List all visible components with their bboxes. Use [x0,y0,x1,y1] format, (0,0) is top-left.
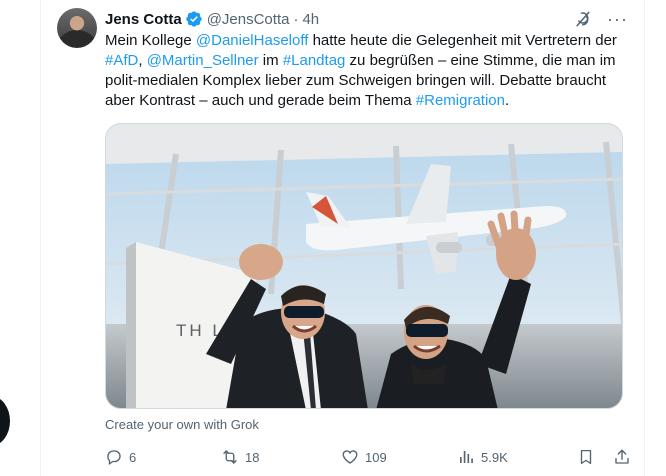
like-button[interactable]: 109 [341,448,387,466]
like-count: 109 [365,449,387,465]
mention-link[interactable]: @DanielHaseloff [196,32,309,49]
bookmark-icon [580,449,592,465]
like-icon [342,450,358,464]
author-handle[interactable]: @JensCotta [207,11,290,28]
text-segment: im [258,52,283,69]
repost-icon [223,450,237,464]
image-illustration: TH LAN [106,124,622,408]
hashtag-link[interactable]: #Remigration [416,92,505,109]
views-count: 5.9K [481,449,508,465]
avatar[interactable] [57,8,97,48]
repost-count: 18 [245,449,260,465]
more-icon[interactable]: ··· [607,10,628,28]
text-segment: . [504,92,510,109]
verified-badge-icon[interactable] [185,10,203,28]
grok-create-link[interactable]: Create your own with Grok [105,417,259,432]
hashtag-link[interactable]: #AfD [105,52,138,69]
column-divider-right [644,0,645,476]
reply-count: 6 [129,449,137,465]
mention-link[interactable]: @Martin_Sellner [147,52,259,69]
post-image[interactable]: TH LAN [105,123,623,409]
share-icon [615,449,629,464]
views-button[interactable]: 5.9K [457,448,508,466]
separator-dot: · [293,10,299,28]
post-text: Mein Kollege @DanielHaseloff hatte heute… [105,31,625,111]
post-time[interactable]: 4h [302,11,319,28]
grok-icon[interactable] [573,9,593,29]
views-icon [460,451,473,463]
floating-button-edge[interactable] [0,396,10,446]
text-segment: hatte heute die Gelegenheit mit Vertrete… [308,32,617,49]
reply-button[interactable]: 6 [105,448,136,466]
author-name[interactable]: Jens Cotta [105,11,182,28]
hashtag-link[interactable]: #Landtag [283,52,346,69]
text-segment: Mein Kollege [105,32,196,49]
repost-button[interactable]: 18 [221,448,259,466]
action-bar: 6 18 109 5.9K [105,446,633,468]
reply-icon [107,450,121,466]
bookmark-button[interactable] [577,448,595,466]
post-header: Jens Cotta @JensCotta · 4h ··· [105,9,628,29]
text-segment: , [138,52,147,69]
post[interactable]: Jens Cotta @JensCotta · 4h ··· Mein Koll… [41,0,644,476]
share-button[interactable] [613,448,631,466]
